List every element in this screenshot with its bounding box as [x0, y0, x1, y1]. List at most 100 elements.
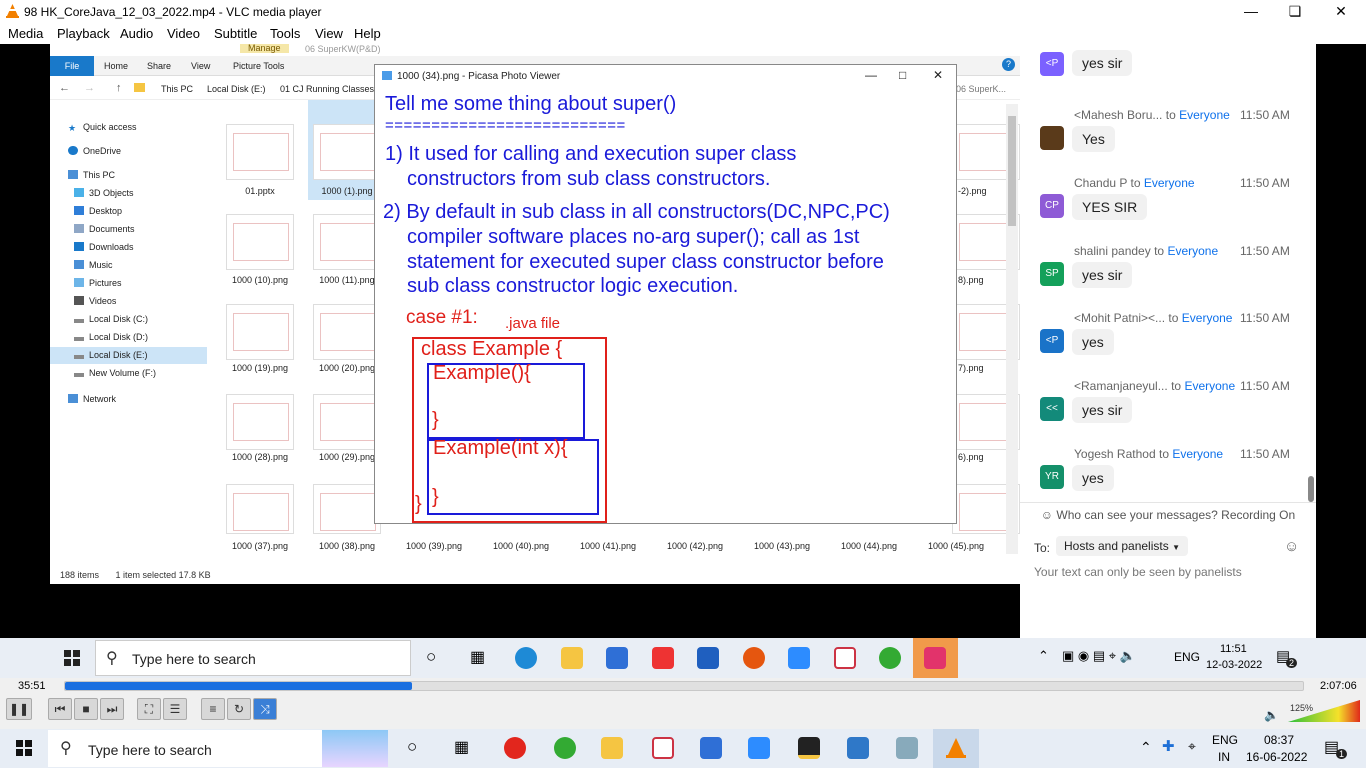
extended-settings-button[interactable]: ☰ — [163, 698, 187, 720]
privacy-notice[interactable]: ☺ Who can see your messages? Recording O… — [1020, 502, 1316, 526]
camera-app-icon[interactable] — [924, 647, 946, 669]
file-thumbnail[interactable] — [313, 484, 381, 534]
nav-pictures[interactable]: Pictures — [74, 278, 122, 288]
nav-videos[interactable]: Videos — [74, 296, 116, 306]
file-explorer-icon[interactable] — [561, 647, 583, 669]
nav-downloads[interactable]: Downloads — [74, 242, 134, 252]
nav-desktop[interactable]: Desktop — [74, 206, 122, 216]
file-thumbnail[interactable] — [313, 124, 381, 180]
wifi-icon[interactable]: ⌖ — [1188, 738, 1196, 755]
speaker-icon[interactable]: 🔈 — [1264, 708, 1279, 722]
menu-audio[interactable]: Audio — [120, 26, 153, 41]
task-view-icon[interactable]: ▦ — [454, 737, 469, 757]
playlist-button[interactable]: ≡ — [201, 698, 225, 720]
stop-button[interactable]: ■ — [74, 698, 98, 720]
tray-time[interactable]: 11:51 — [1220, 643, 1247, 655]
photos-icon[interactable] — [847, 737, 869, 759]
tray-date[interactable]: 16-06-2022 — [1246, 750, 1307, 764]
windows-start-icon[interactable] — [16, 740, 32, 756]
search-box[interactable]: 06 SuperK... — [956, 84, 1006, 94]
store-icon[interactable] — [606, 647, 628, 669]
tab-share[interactable]: Share — [147, 61, 171, 71]
tab-view[interactable]: View — [191, 61, 210, 71]
nav-this-pc[interactable]: This PC — [68, 170, 115, 180]
snipping-icon[interactable] — [834, 647, 856, 669]
language-indicator[interactable]: ENG — [1212, 733, 1238, 747]
file-thumbnail[interactable] — [313, 214, 381, 270]
nav-onedrive[interactable]: OneDrive — [68, 146, 121, 156]
manage-tab[interactable]: Manage — [240, 44, 289, 53]
help-icon[interactable]: ? — [1002, 58, 1015, 71]
file-explorer-icon[interactable] — [601, 737, 623, 759]
task-view-icon[interactable]: ▦ — [470, 647, 485, 667]
close-button[interactable]: ✕ — [1318, 0, 1364, 23]
recipient-dropdown[interactable]: Hosts and panelists ▼ — [1056, 536, 1188, 556]
shuffle-button[interactable]: ⤨ — [253, 698, 277, 720]
minimize-button[interactable]: — — [1228, 0, 1274, 23]
tab-file[interactable]: File — [50, 56, 94, 76]
taskbar-search-box[interactable]: ⚲ Type here to search — [95, 640, 411, 676]
nav-quick-access[interactable]: ★ Quick access — [68, 122, 137, 133]
seek-bar[interactable] — [64, 681, 1304, 691]
chrome-icon[interactable] — [554, 737, 576, 759]
tray-date[interactable]: 12-03-2022 — [1206, 659, 1262, 671]
file-thumbnail[interactable] — [226, 214, 294, 270]
forward-arrow-icon[interactable]: → — [84, 82, 95, 94]
explorer-scrollbar[interactable] — [1006, 104, 1018, 554]
previous-button[interactable]: ⏮ — [48, 698, 72, 720]
file-thumbnail[interactable] — [313, 304, 381, 360]
menu-tools[interactable]: Tools — [270, 26, 300, 41]
gift-icon[interactable] — [652, 647, 674, 669]
breadcrumb-this-pc[interactable]: This PC — [161, 84, 193, 94]
file-thumbnail[interactable] — [226, 124, 294, 180]
chrome-icon[interactable] — [879, 647, 901, 669]
menu-subtitle[interactable]: Subtitle — [214, 26, 257, 41]
chevron-up-icon[interactable]: ⌃ — [1038, 648, 1049, 664]
loop-button[interactable]: ↻ — [227, 698, 251, 720]
menu-view[interactable]: View — [315, 26, 343, 41]
cortana-icon[interactable]: ○ — [426, 647, 436, 667]
chevron-up-icon[interactable]: ⌃ — [1140, 739, 1152, 756]
file-thumbnail[interactable] — [226, 484, 294, 534]
tab-picture-tools[interactable]: Picture Tools — [233, 61, 284, 71]
back-arrow-icon[interactable]: ← — [59, 82, 70, 94]
scrollbar-thumb[interactable] — [1008, 116, 1016, 226]
windows-start-icon[interactable] — [64, 650, 80, 666]
tray-icons[interactable]: ▣ ◉ ▤ ⌖ 🔈 — [1062, 648, 1136, 664]
picasa-minimize-button[interactable]: — — [865, 68, 877, 82]
zoom-icon[interactable] — [788, 647, 810, 669]
nav-documents[interactable]: Documents — [74, 224, 135, 234]
restore-button[interactable]: ❏ — [1272, 0, 1318, 23]
cortana-icon[interactable]: ○ — [407, 737, 417, 757]
slide-image[interactable]: Tell me some thing about super() =======… — [375, 87, 956, 523]
next-button[interactable]: ⏭ — [100, 698, 124, 720]
breadcrumb-local-disk-e[interactable]: Local Disk (E:) — [207, 84, 266, 94]
picasa-maximize-button[interactable]: □ — [899, 68, 906, 82]
edge-icon[interactable] — [515, 647, 537, 669]
menu-playback[interactable]: Playback — [57, 26, 110, 41]
sticky-notes-icon[interactable] — [798, 737, 820, 759]
taskbar-search-box[interactable]: ⚲ Type here to search — [48, 730, 388, 767]
up-arrow-icon[interactable]: ↑ — [116, 82, 122, 94]
nav-music[interactable]: Music — [74, 260, 113, 270]
nav-local-disk-d[interactable]: Local Disk (D:) — [74, 332, 148, 342]
menu-video[interactable]: Video — [167, 26, 200, 41]
pause-button[interactable]: ❚❚ — [6, 698, 32, 720]
zoom-icon[interactable] — [748, 737, 770, 759]
store-icon[interactable] — [700, 737, 722, 759]
breadcrumb-classes[interactable]: 01 CJ Running Classes S — [280, 84, 383, 94]
plus-icon[interactable]: ✚ — [1162, 737, 1175, 755]
recorder-icon[interactable] — [743, 647, 765, 669]
nav-new-volume-f[interactable]: New Volume (F:) — [74, 368, 156, 378]
region-indicator[interactable]: IN — [1218, 750, 1230, 764]
recorder-icon[interactable] — [504, 737, 526, 759]
picasa-close-button[interactable]: ✕ — [933, 68, 943, 82]
nav-network[interactable]: Network — [68, 394, 116, 404]
menu-media[interactable]: Media — [8, 26, 43, 41]
snipping-icon[interactable] — [652, 737, 674, 759]
emoji-icon[interactable]: ☺ — [1284, 538, 1299, 555]
video-area[interactable]: Manage 06 SuperKW(P&D) File Home Share V… — [0, 44, 1366, 678]
tray-time[interactable]: 08:37 — [1264, 733, 1294, 747]
file-thumbnail[interactable] — [226, 394, 294, 450]
chat-scrollbar[interactable] — [1308, 476, 1314, 502]
